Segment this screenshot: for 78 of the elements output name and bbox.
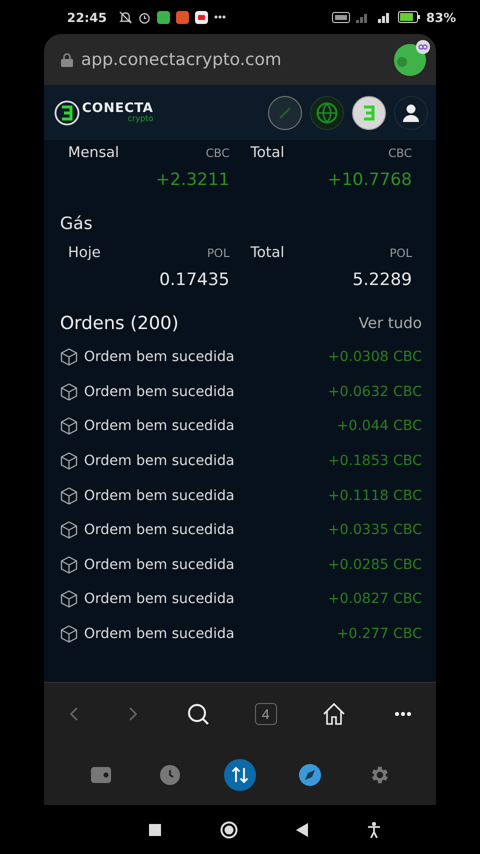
- unit-label: POL: [207, 246, 230, 260]
- globe-icon: [316, 102, 338, 124]
- box-icon: [60, 521, 78, 540]
- chevron-right-icon: [128, 706, 138, 722]
- tabs-button[interactable]: 4: [254, 703, 277, 725]
- globe-button[interactable]: [310, 96, 344, 130]
- link-button[interactable]: [268, 96, 302, 130]
- box-icon: [60, 590, 78, 608]
- box-icon: [60, 348, 78, 366]
- square-icon: [149, 824, 162, 836]
- triangle-icon: [296, 822, 308, 836]
- unit-label: CBC: [206, 146, 230, 160]
- battery-percent: 83%: [426, 10, 456, 24]
- order-label: Ordem bem sucedida: [84, 522, 236, 538]
- accessibility-icon: [366, 822, 381, 838]
- order-amount: +0.0827 CBC: [328, 591, 422, 608]
- box-icon: [60, 452, 78, 470]
- order-amount: +0.277 CBC: [336, 626, 422, 642]
- section-title: Gás: [60, 213, 94, 236]
- battery-icon: [398, 11, 420, 23]
- order-label: Ordem bem sucedida: [84, 418, 236, 434]
- user-icon: [403, 104, 419, 122]
- order-amount: +0.044 CBC: [336, 418, 422, 434]
- box-icon: [60, 486, 78, 505]
- order-amount: +0.1853 CBC: [328, 453, 422, 470]
- box-icon: [60, 382, 78, 401]
- user-button[interactable]: [394, 96, 428, 130]
- unit-label: POL: [390, 246, 412, 260]
- status-time: 22:45: [67, 10, 107, 24]
- order-amount: +0.0308 CBC: [328, 349, 422, 366]
- view-all-link[interactable]: Ver tudo: [358, 314, 422, 332]
- stat-label: Total: [250, 245, 284, 261]
- logo-text: CONECTA: [82, 102, 154, 115]
- search-icon: [187, 703, 210, 725]
- order-label: Ordem bem sucedida: [84, 626, 236, 642]
- order-label: Ordem bem sucedida: [84, 384, 236, 400]
- order-amount: +0.1118 CBC: [328, 488, 422, 504]
- chevron-left-icon: [68, 706, 79, 722]
- order-label: Ordem bem sucedida: [84, 488, 236, 504]
- bell-off-icon: [118, 10, 132, 24]
- stat-label: Total: [250, 145, 284, 161]
- order-amount: +0.0632 CBC: [328, 384, 422, 400]
- section-title: Ordens (200): [60, 312, 179, 334]
- stat-value: 5.2289: [352, 269, 412, 292]
- wallet-icon: [90, 767, 111, 783]
- more-icon: [395, 712, 412, 716]
- lock-icon: [61, 52, 73, 66]
- box-icon: [60, 556, 78, 574]
- box-icon: [60, 625, 78, 644]
- video-app-icon: [194, 10, 208, 24]
- order-label: Ordem bem sucedida: [84, 591, 236, 608]
- token-icon: [361, 104, 377, 122]
- unit-label: CBC: [388, 146, 412, 160]
- order-label: Ordem bem sucedida: [84, 453, 236, 470]
- circle-icon: [220, 820, 238, 838]
- token-button[interactable]: [352, 96, 386, 130]
- home-icon: [322, 702, 346, 726]
- stat-value: +2.3211: [156, 169, 230, 192]
- box-icon: [60, 417, 78, 436]
- order-label: Ordem bem sucedida: [84, 556, 236, 573]
- stat-value: 0.17435: [159, 269, 230, 292]
- order-amount: +0.0285 CBC: [328, 556, 422, 573]
- vpn-icon: [332, 12, 350, 22]
- chat-app-icon: [156, 10, 170, 24]
- order-amount: +0.0335 CBC: [328, 522, 422, 538]
- logo-icon: [54, 100, 80, 126]
- order-label: Ordem bem sucedida: [84, 349, 236, 366]
- stat-label: Mensal: [68, 145, 120, 161]
- logo-subtext: crypto: [128, 115, 154, 123]
- stat-value: +10.7768: [327, 169, 412, 192]
- transfer-icon: [230, 766, 249, 784]
- stat-label: Hoje: [68, 245, 101, 261]
- nav-tab[interactable]: [224, 759, 256, 791]
- compass-icon: [298, 764, 321, 786]
- alarm-icon: [138, 10, 151, 24]
- camera-app-icon: [176, 10, 189, 24]
- clock-icon: [160, 765, 180, 785]
- more-icon: [214, 15, 226, 19]
